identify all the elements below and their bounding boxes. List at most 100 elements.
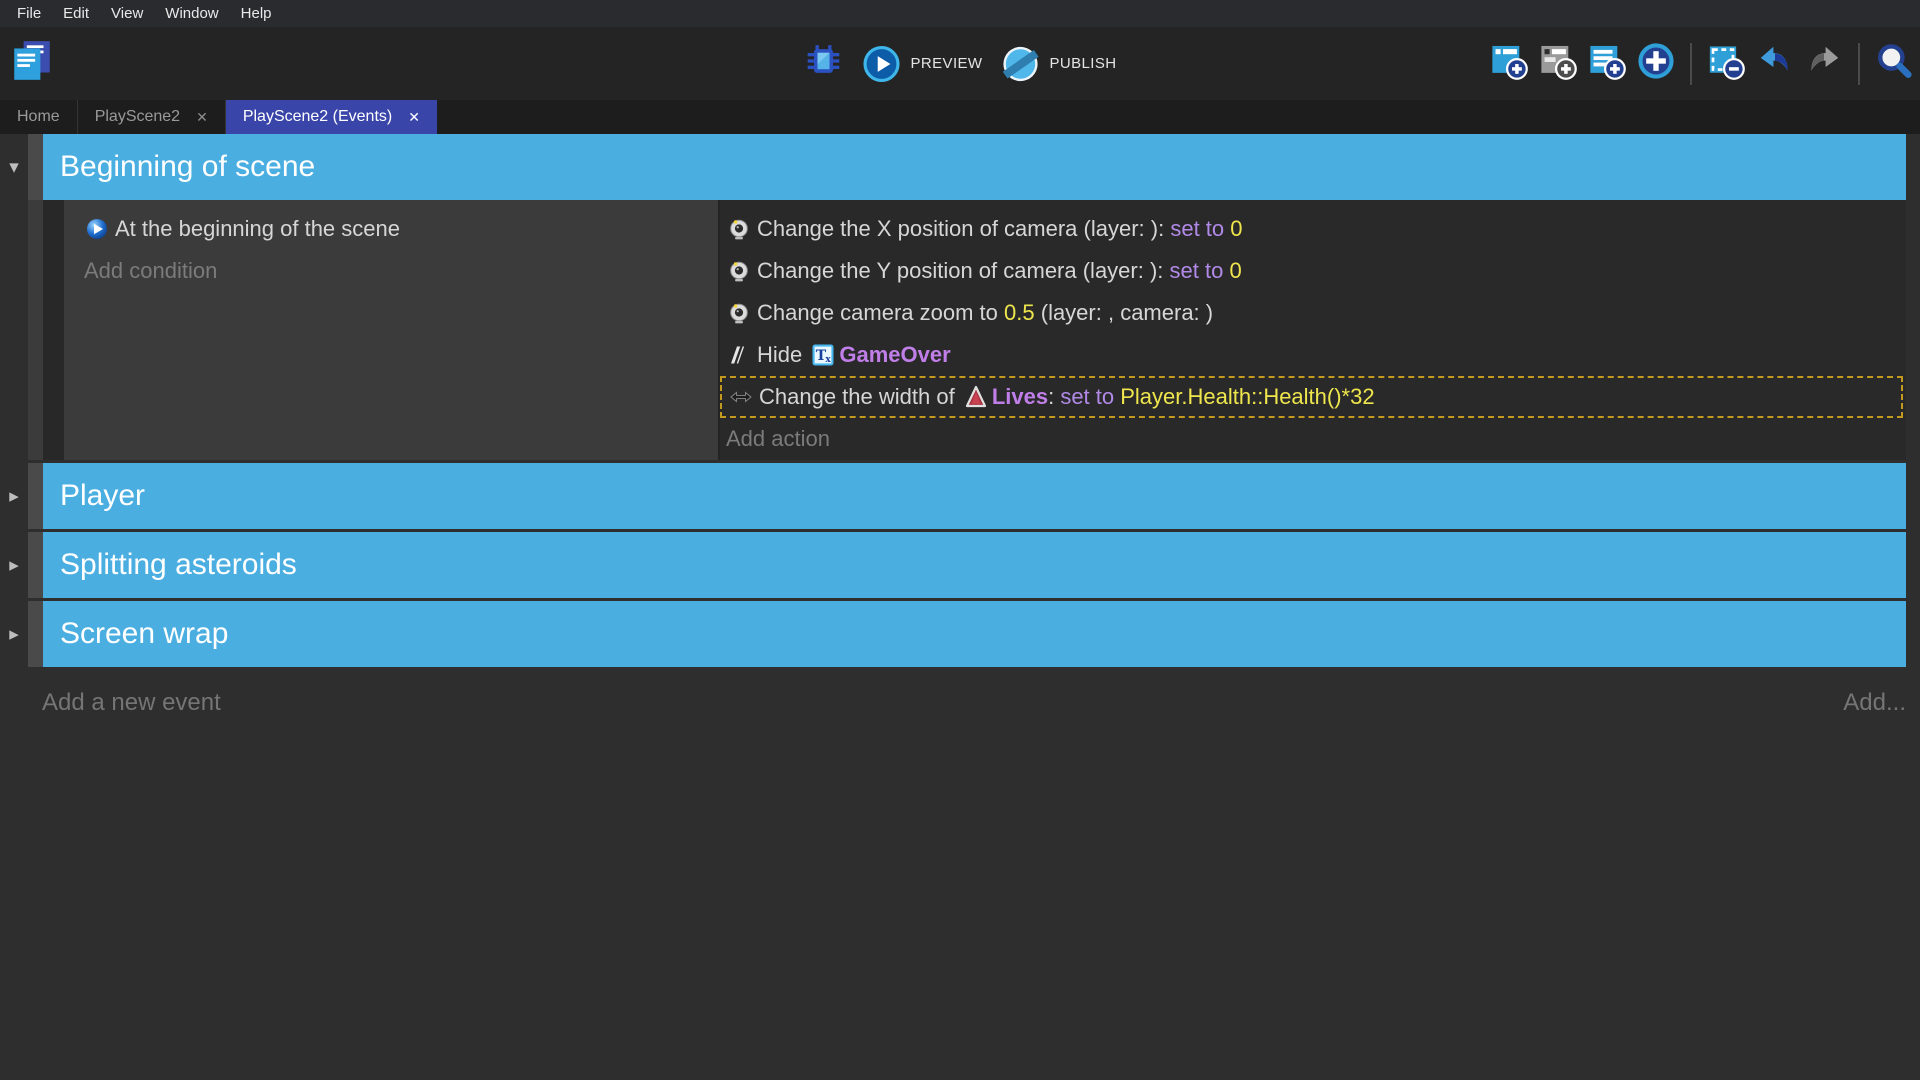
action-text-part: Change the Y position of camera (layer: … bbox=[757, 258, 1170, 284]
camera-icon bbox=[726, 300, 752, 326]
action-text-part: GameOver bbox=[839, 342, 950, 368]
action-text-part: set to bbox=[1060, 384, 1114, 410]
action-text-part: Hide bbox=[757, 342, 808, 368]
undo-icon bbox=[1756, 42, 1794, 85]
action-text-part: : bbox=[1048, 384, 1060, 410]
event-expander[interactable]: ▸ bbox=[0, 601, 28, 667]
action-text-part: (layer: , camera: ) bbox=[1035, 300, 1213, 326]
tab-playscene2[interactable]: PlayScene2 ✕ bbox=[78, 100, 226, 134]
condition-row[interactable]: At the beginning of the scene bbox=[64, 208, 718, 250]
menu-item-window[interactable]: Window bbox=[154, 0, 229, 27]
text-object-icon: Tx bbox=[810, 342, 836, 368]
redo-button[interactable] bbox=[1804, 44, 1844, 84]
toggle-event-disabled-button[interactable] bbox=[1706, 44, 1746, 84]
tab-label: PlayScene2 (Events) bbox=[243, 108, 392, 126]
event-content: At the beginning of the sceneAdd conditi… bbox=[43, 200, 1906, 460]
action-row[interactable]: Change camera zoom to 0.5 (layer: , came… bbox=[720, 292, 1906, 334]
event-main: Screen wrap bbox=[43, 601, 1906, 667]
undo-button[interactable] bbox=[1755, 44, 1795, 84]
action-text-part: set to bbox=[1170, 258, 1224, 284]
action-text-part: Lives bbox=[992, 384, 1048, 410]
action-text-part: 0.5 bbox=[1004, 300, 1035, 326]
add-comment-icon bbox=[1588, 42, 1626, 85]
camera-icon bbox=[726, 258, 752, 284]
scene-begin-icon bbox=[84, 216, 110, 242]
tab-close-icon[interactable]: ✕ bbox=[196, 109, 208, 126]
publish-button[interactable]: PUBLISH bbox=[1000, 44, 1116, 84]
width-icon bbox=[728, 384, 754, 410]
tab-label: PlayScene2 bbox=[95, 108, 180, 126]
tab-close-icon[interactable]: ✕ bbox=[408, 109, 420, 126]
visibility-off-icon bbox=[726, 342, 752, 368]
event-drag-handle[interactable] bbox=[28, 601, 43, 667]
menu-item-file[interactable]: File bbox=[6, 0, 52, 27]
event-drag-handle[interactable] bbox=[28, 532, 43, 598]
event-group-header[interactable]: Beginning of scene bbox=[43, 134, 1906, 200]
add-other-event-icon bbox=[1637, 42, 1675, 85]
lives-object-icon bbox=[963, 384, 989, 410]
event-group-splitting-asteroids: ▸Splitting asteroids bbox=[0, 532, 1920, 598]
action-row[interactable]: Change the width of Lives: set to Player… bbox=[720, 376, 1903, 418]
toolbar-center-group: PREVIEW PUBLISH bbox=[804, 27, 1117, 100]
event-group-header[interactable]: Player bbox=[43, 463, 1906, 529]
event-group-screen-wrap: ▸Screen wrap bbox=[0, 601, 1920, 667]
preview-button[interactable]: PREVIEW bbox=[862, 44, 983, 84]
action-row[interactable]: Hide TxGameOver bbox=[720, 334, 1906, 376]
event-group-header[interactable]: Screen wrap bbox=[43, 601, 1906, 667]
menu-item-view[interactable]: View bbox=[100, 0, 154, 27]
redo-icon bbox=[1805, 42, 1843, 85]
menu-item-help[interactable]: Help bbox=[230, 0, 283, 27]
add-subevent-button[interactable] bbox=[1538, 44, 1578, 84]
debug-button[interactable] bbox=[804, 44, 844, 84]
event-main: Splitting asteroids bbox=[43, 532, 1906, 598]
debug-icon bbox=[805, 42, 843, 85]
publish-globe-icon bbox=[1000, 44, 1040, 84]
add-event-icon bbox=[1490, 42, 1528, 85]
add-other-event-button[interactable] bbox=[1636, 44, 1676, 84]
event-beginning-of-scene: ▾ Beginning of scene At the beginning of… bbox=[0, 134, 1920, 460]
event-expander[interactable]: ▾ bbox=[0, 134, 28, 200]
action-text-part: Change the width of bbox=[759, 384, 961, 410]
toolbar-right-group bbox=[1489, 27, 1914, 100]
tab-label: Home bbox=[17, 108, 60, 126]
add-new-event-link[interactable]: Add a new event bbox=[42, 689, 221, 717]
add-comment-button[interactable] bbox=[1587, 44, 1627, 84]
tab-home[interactable]: Home bbox=[0, 100, 78, 134]
add-event-row: Add a new event Add... bbox=[0, 689, 1920, 717]
event-expander[interactable]: ▸ bbox=[0, 463, 28, 529]
toggle-event-disabled-icon bbox=[1707, 42, 1745, 85]
menu-item-edit[interactable]: Edit bbox=[52, 0, 100, 27]
add-subevent-icon bbox=[1539, 42, 1577, 85]
event-group-player: ▸Player bbox=[0, 463, 1920, 529]
add-event-button[interactable] bbox=[1489, 44, 1529, 84]
event-expander[interactable]: ▸ bbox=[0, 532, 28, 598]
event-drag-handle[interactable] bbox=[28, 463, 43, 529]
camera-icon bbox=[726, 216, 752, 242]
event-group-header[interactable]: Splitting asteroids bbox=[43, 532, 1906, 598]
tab-bar: Home PlayScene2 ✕ PlayScene2 (Events) ✕ bbox=[0, 100, 1920, 134]
project-manager-button[interactable] bbox=[8, 38, 56, 90]
toolbar-separator bbox=[1858, 43, 1860, 85]
action-text-part: 0 bbox=[1223, 258, 1241, 284]
add-action-link[interactable]: Add action bbox=[720, 418, 1906, 460]
conditions-panel: At the beginning of the sceneAdd conditi… bbox=[64, 200, 718, 460]
action-text-part: Change the X position of camera (layer: … bbox=[757, 216, 1170, 242]
action-row[interactable]: Change the X position of camera (layer: … bbox=[720, 208, 1906, 250]
action-row[interactable]: Change the Y position of camera (layer: … bbox=[720, 250, 1906, 292]
action-text-part: 0 bbox=[1224, 216, 1242, 242]
action-text-part: Player.Health::Health()*32 bbox=[1114, 384, 1374, 410]
event-main: Player bbox=[43, 463, 1906, 529]
main-toolbar: PREVIEW PUBLISH bbox=[0, 27, 1920, 100]
action-text-part: set to bbox=[1170, 216, 1224, 242]
svg-text:x: x bbox=[826, 355, 832, 365]
action-text-part: Change camera zoom to bbox=[757, 300, 1004, 326]
event-drag-handle[interactable] bbox=[28, 134, 43, 460]
tab-playscene2-events[interactable]: PlayScene2 (Events) ✕ bbox=[226, 100, 437, 134]
add-more-button[interactable]: Add... bbox=[1843, 689, 1906, 717]
search-button[interactable] bbox=[1874, 44, 1914, 84]
search-icon bbox=[1875, 42, 1913, 85]
event-main: Beginning of scene At the beginning of t… bbox=[43, 134, 1906, 460]
add-condition-link[interactable]: Add condition bbox=[64, 250, 718, 292]
event-indent bbox=[43, 200, 64, 460]
preview-label: PREVIEW bbox=[911, 55, 983, 72]
